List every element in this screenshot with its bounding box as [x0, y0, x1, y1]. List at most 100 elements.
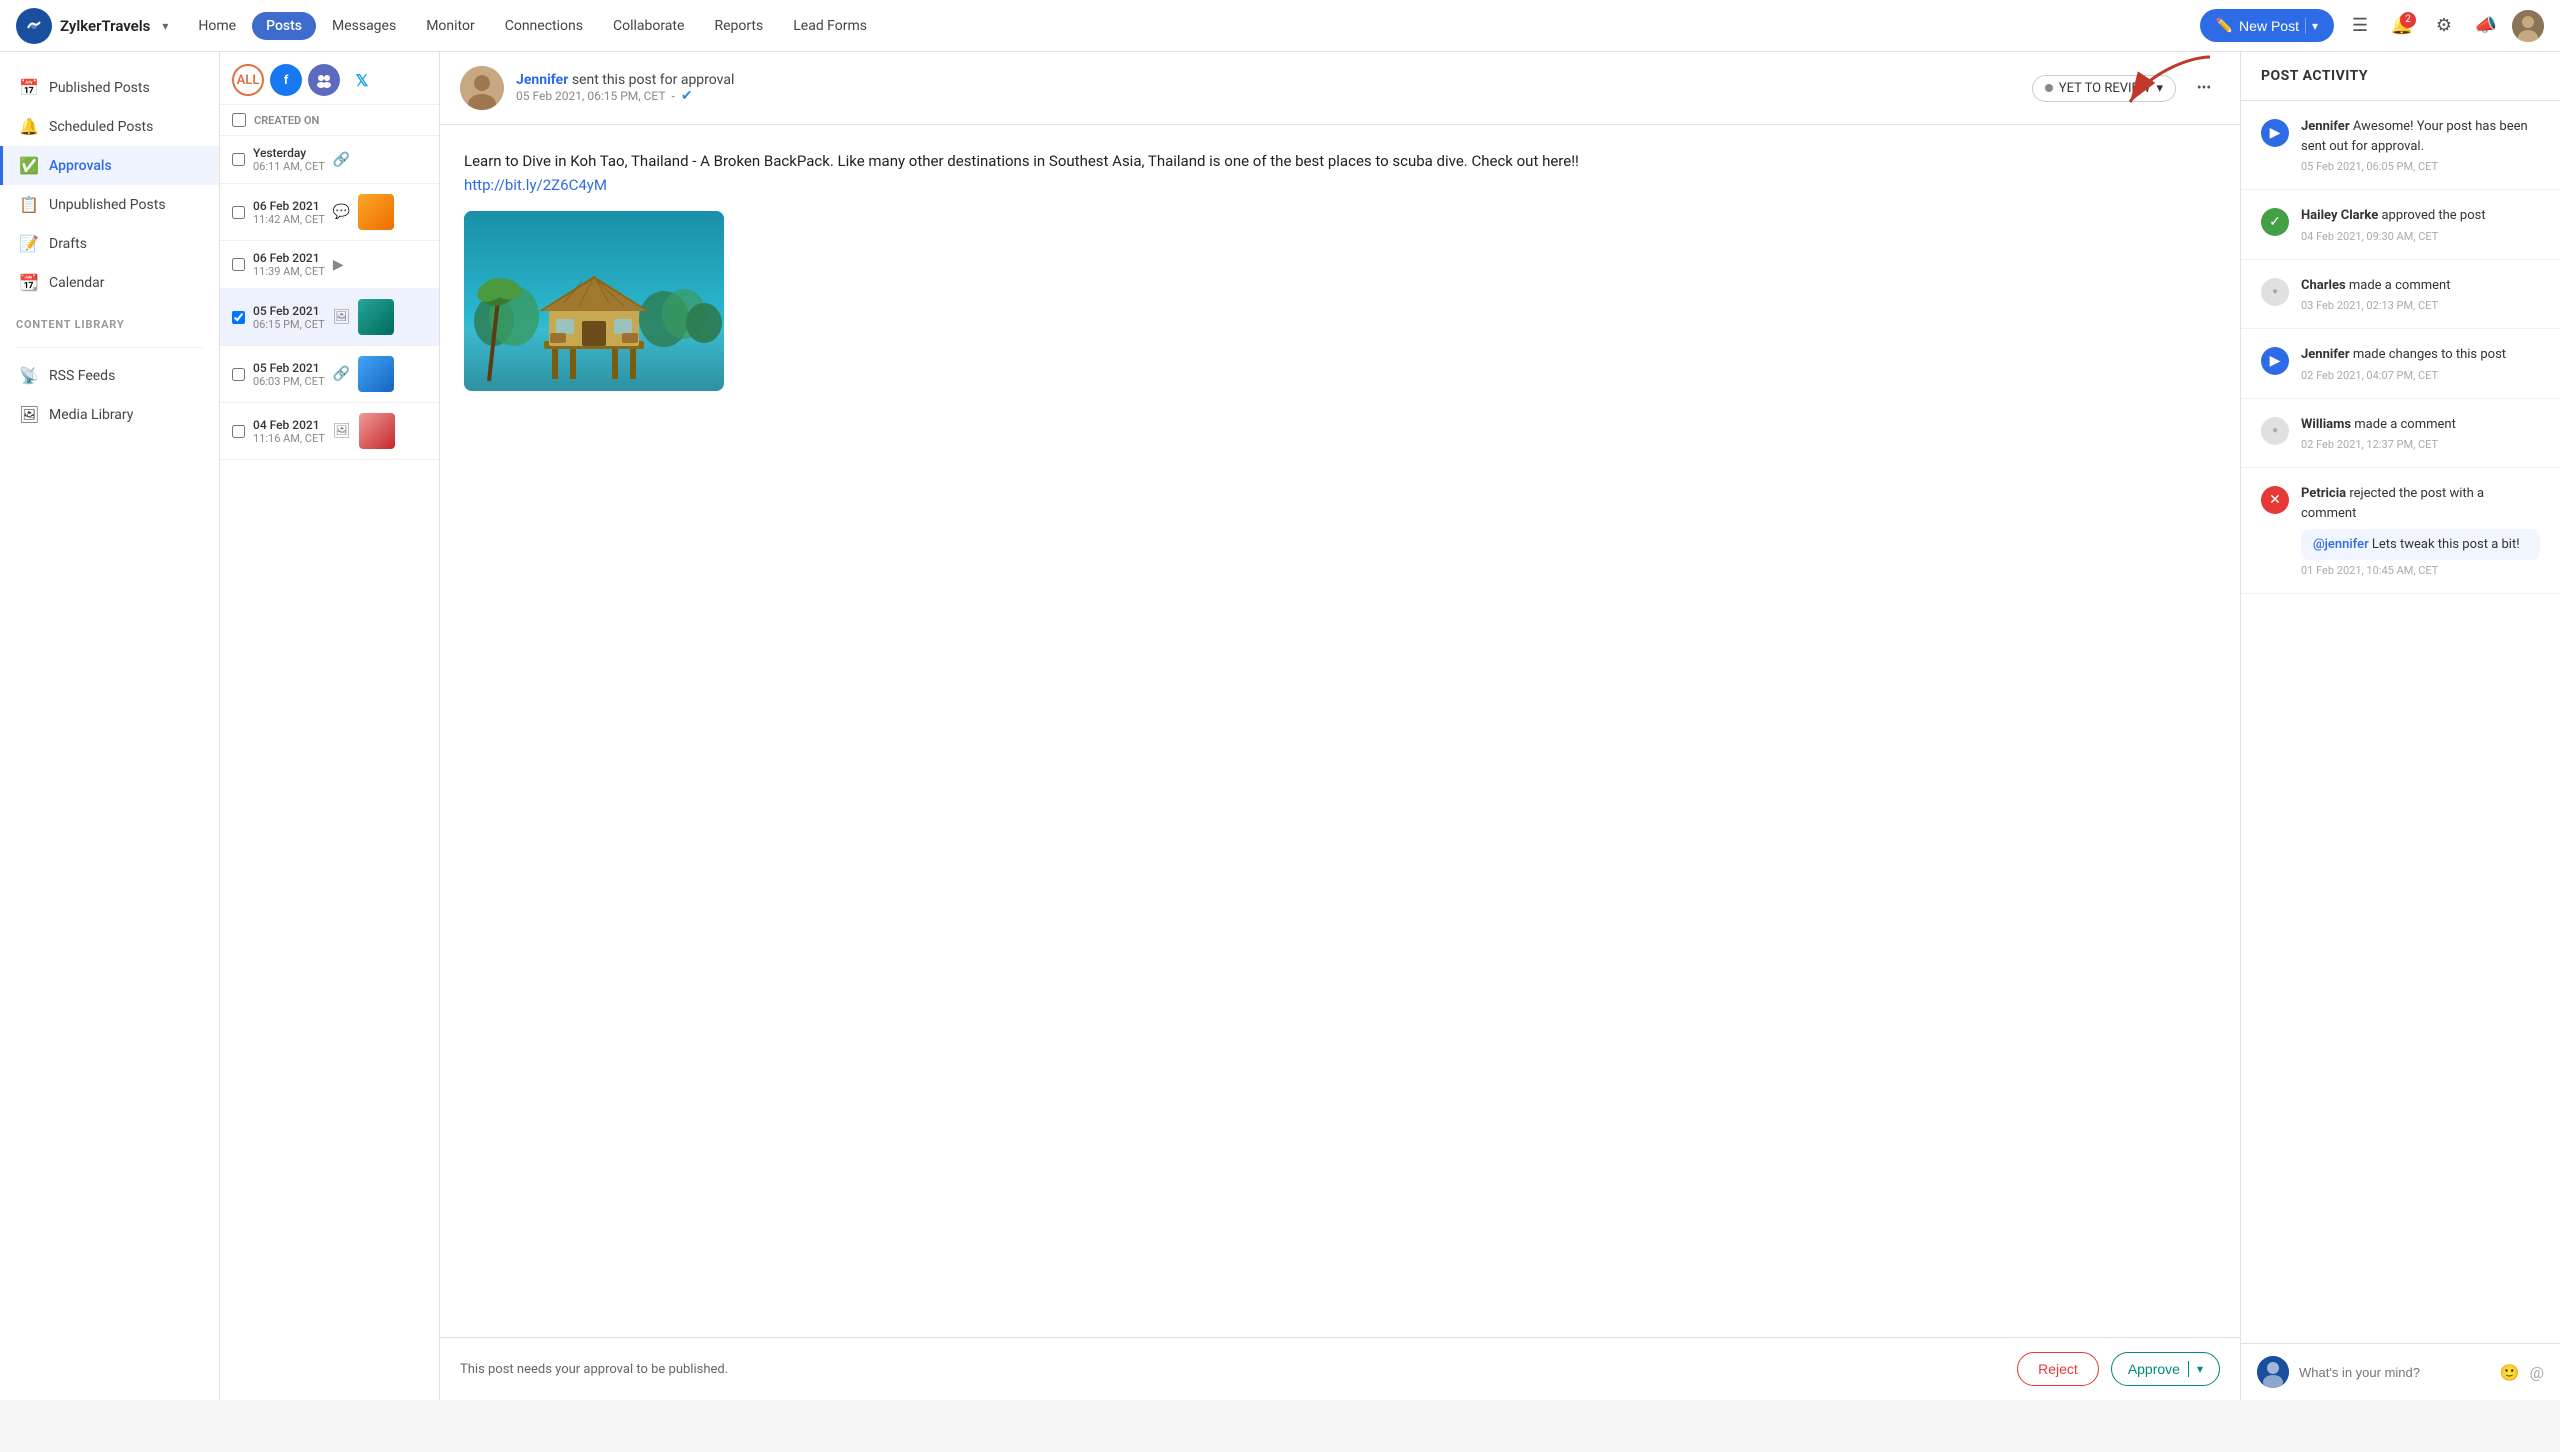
- post-type-icon: 🖼: [333, 423, 351, 439]
- post-checkbox[interactable]: [232, 368, 245, 381]
- nav-home[interactable]: Home: [184, 12, 250, 40]
- activity-item: ✓ Hailey Clarke approved the post 04 Feb…: [2241, 190, 2560, 260]
- post-checkbox[interactable]: [232, 258, 245, 271]
- commenter-avatar: [2257, 1356, 2289, 1388]
- unpublished-posts-icon: 📋: [19, 195, 39, 214]
- post-row[interactable]: 05 Feb 2021 06:03 PM, CET 🔗: [220, 346, 439, 403]
- approve-button[interactable]: Approve ▾: [2111, 1352, 2220, 1386]
- activity-author: Petricia: [2301, 486, 2346, 501]
- comment-mention[interactable]: @jennifer: [2313, 537, 2369, 552]
- nav-collaborate[interactable]: Collaborate: [599, 12, 698, 40]
- post-author-name: Jennifer: [516, 72, 568, 88]
- post-date: 05 Feb 2021 06:15 PM, CET: [253, 304, 325, 331]
- content-library-section-label: CONTENT LIBRARY: [0, 302, 219, 339]
- ellipsis-icon: •••: [2197, 80, 2211, 96]
- filter-twitter[interactable]: 𝕏: [346, 64, 378, 96]
- filter-facebook[interactable]: f: [270, 64, 302, 96]
- sidebar-item-approvals[interactable]: ✅ Approvals: [0, 146, 219, 185]
- col-created-on: CREATED ON: [254, 114, 319, 127]
- post-text: Learn to Dive in Koh Tao, Thailand - A B…: [464, 149, 2216, 197]
- comment-input-field[interactable]: [2299, 1365, 2490, 1380]
- sidebar-label-approvals: Approvals: [49, 158, 112, 174]
- sidebar-item-rss-feeds[interactable]: 📡 RSS Feeds: [0, 356, 219, 395]
- activity-body: Jennifer made changes to this post 02 Fe…: [2301, 345, 2540, 382]
- post-row[interactable]: 06 Feb 2021 11:42 AM, CET 💬: [220, 184, 439, 241]
- post-link[interactable]: http://bit.ly/2Z6C4yM: [464, 176, 607, 194]
- sidebar-item-calendar[interactable]: 📆 Calendar: [0, 263, 219, 302]
- reject-button[interactable]: Reject: [2017, 1352, 2099, 1386]
- post-datetime: 05 Feb 2021, 06:15 PM, CET: [516, 89, 666, 103]
- post-row[interactable]: Yesterday 06:11 AM, CET 🔗: [220, 136, 439, 184]
- logo-icon: [16, 8, 52, 44]
- sidebar-item-media-library[interactable]: 🖼 Media Library: [0, 395, 219, 434]
- activity-action: made changes to this post: [2350, 347, 2506, 362]
- nav-posts[interactable]: Posts: [252, 12, 316, 40]
- brand-dropdown-icon[interactable]: ▾: [162, 19, 168, 33]
- main-layout: 📅 Published Posts 🔔 Scheduled Posts ✅ Ap…: [0, 52, 2560, 1400]
- status-badge[interactable]: YET TO REVIEW ▾: [2032, 75, 2176, 102]
- nav-reports[interactable]: Reports: [700, 12, 777, 40]
- activity-author: Williams: [2301, 417, 2351, 432]
- select-all-checkbox[interactable]: [232, 113, 246, 127]
- more-options-button[interactable]: •••: [2188, 72, 2220, 104]
- filter-all[interactable]: ALL: [232, 64, 264, 96]
- nav-messages[interactable]: Messages: [318, 12, 410, 40]
- activity-author: Charles: [2301, 278, 2346, 293]
- activity-body: Jennifer Awesome! Your post has been sen…: [2301, 117, 2540, 173]
- right-panel: POST ACTIVITY ▶ Jennifer Awesome! Your p…: [2240, 52, 2560, 1400]
- verified-icon: ✔: [681, 88, 693, 104]
- notification-badge: 2: [2400, 12, 2416, 28]
- sidebar-item-scheduled-posts[interactable]: 🔔 Scheduled Posts: [0, 107, 219, 146]
- activity-time: 04 Feb 2021, 09:30 AM, CET: [2301, 230, 2540, 243]
- post-row-selected[interactable]: 05 Feb 2021 06:15 PM, CET 🖼: [220, 289, 439, 346]
- post-thumbnail: [358, 194, 394, 230]
- approve-chevron-icon[interactable]: ▾: [2197, 1362, 2203, 1376]
- post-row[interactable]: 04 Feb 2021 11:16 AM, CET 🖼: [220, 403, 439, 460]
- post-thumbnail: [359, 413, 395, 449]
- footer-approval-text: This post needs your approval to be publ…: [460, 1362, 2005, 1377]
- approvals-icon: ✅: [19, 156, 39, 175]
- sidebar-label-published-posts: Published Posts: [49, 80, 150, 96]
- nav-lead-forms[interactable]: Lead Forms: [779, 12, 881, 40]
- new-post-chevron-icon[interactable]: ▾: [2312, 19, 2318, 33]
- user-avatar[interactable]: [2512, 10, 2544, 42]
- sidebar-item-published-posts[interactable]: 📅 Published Posts: [0, 68, 219, 107]
- activity-text: Petricia rejected the post with a commen…: [2301, 484, 2540, 523]
- post-checkbox[interactable]: [232, 311, 245, 324]
- notification-button[interactable]: 🔔 2: [2386, 10, 2418, 42]
- sidebar-divider: [16, 347, 203, 348]
- announcements-button[interactable]: 📣: [2470, 10, 2502, 42]
- post-checkbox[interactable]: [232, 206, 245, 219]
- sidebar-item-unpublished-posts[interactable]: 📋 Unpublished Posts: [0, 185, 219, 224]
- activity-icon-play: ▶: [2261, 119, 2289, 147]
- sidebar-item-drafts[interactable]: 📝 Drafts: [0, 224, 219, 263]
- edit-icon: ✏️: [2216, 17, 2233, 34]
- menu-button[interactable]: ☰: [2344, 10, 2376, 42]
- activity-author: Jennifer: [2301, 119, 2350, 134]
- nav-monitor[interactable]: Monitor: [412, 12, 489, 40]
- post-author-line: Jennifer sent this post for approval: [516, 72, 2020, 88]
- activity-item: ✕ Petricia rejected the post with a comm…: [2241, 468, 2560, 594]
- activity-text: Hailey Clarke approved the post: [2301, 206, 2540, 226]
- new-post-button[interactable]: ✏️ New Post ▾: [2200, 9, 2334, 42]
- status-chevron-icon: ▾: [2156, 81, 2163, 96]
- post-thumbnail: [358, 356, 394, 392]
- approve-label: Approve: [2128, 1361, 2180, 1377]
- post-row[interactable]: 06 Feb 2021 11:39 AM, CET ▶: [220, 241, 439, 289]
- activity-list: ▶ Jennifer Awesome! Your post has been s…: [2241, 101, 2560, 1343]
- brand-logo[interactable]: ZylkerTravels ▾: [16, 8, 168, 44]
- gear-icon: ⚙: [2436, 15, 2452, 36]
- table-header: CREATED ON: [220, 105, 439, 136]
- post-checkbox[interactable]: [232, 425, 245, 438]
- emoji-icon[interactable]: 🙂: [2500, 1363, 2520, 1382]
- nav-connections[interactable]: Connections: [491, 12, 597, 40]
- scheduled-posts-icon: 🔔: [19, 117, 39, 136]
- calendar-icon: 📆: [19, 273, 39, 292]
- settings-button[interactable]: ⚙: [2428, 10, 2460, 42]
- mention-icon[interactable]: @: [2530, 1363, 2544, 1382]
- activity-body: Williams made a comment 02 Feb 2021, 12:…: [2301, 415, 2540, 452]
- nav-items: Home Posts Messages Monitor Connections …: [184, 12, 2195, 40]
- filter-group[interactable]: [308, 64, 340, 96]
- activity-time: 05 Feb 2021, 06:05 PM, CET: [2301, 160, 2540, 173]
- post-checkbox[interactable]: [232, 153, 245, 166]
